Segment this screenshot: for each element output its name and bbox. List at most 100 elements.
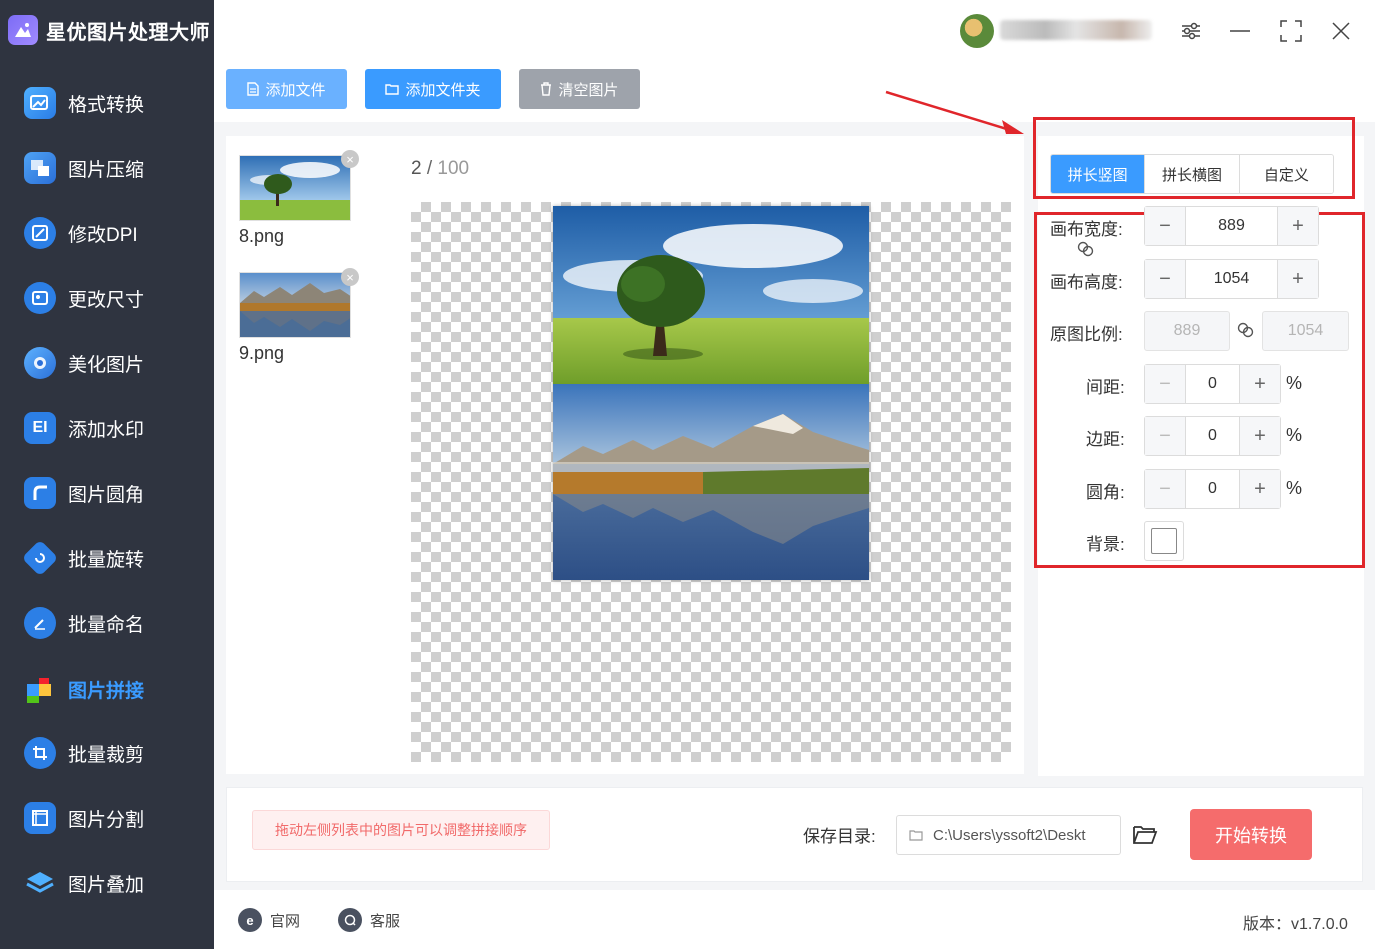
sidebar-item-dpi[interactable]: 修改DPI bbox=[24, 213, 204, 253]
sidebar-item-overlay[interactable]: 图片叠加 bbox=[24, 863, 204, 903]
sidebar-item-label: 图片叠加 bbox=[68, 874, 145, 896]
sidebar-item-watermark[interactable]: EI 添加水印 bbox=[24, 408, 204, 448]
maximize-icon[interactable] bbox=[1274, 14, 1308, 48]
sidebar-item-label: 批量命名 bbox=[68, 614, 145, 636]
increment-button[interactable]: + bbox=[1278, 260, 1318, 298]
save-path-field[interactable]: C:\Users\yssoft2\Deskt bbox=[896, 815, 1121, 855]
canvas-height-label: 画布高度: bbox=[1050, 273, 1123, 292]
corner-radius-stepper[interactable]: − 0 + bbox=[1144, 469, 1281, 509]
split-icon bbox=[24, 802, 56, 834]
sidebar-item-label: 格式转换 bbox=[68, 94, 145, 116]
sidebar-item-round-corner[interactable]: 图片圆角 bbox=[24, 473, 204, 513]
sidebar-item-label: 图片分割 bbox=[68, 809, 145, 831]
file-thumbnail[interactable] bbox=[239, 155, 351, 221]
background-color-picker[interactable] bbox=[1144, 521, 1184, 561]
image-compress-icon bbox=[24, 152, 56, 184]
crop-icon bbox=[24, 737, 56, 769]
file-thumbnail[interactable] bbox=[239, 272, 351, 338]
settings-sliders-icon[interactable] bbox=[1174, 14, 1208, 48]
layers-icon bbox=[24, 867, 56, 899]
tab-horizontal-stitch[interactable]: 拼长横图 bbox=[1145, 155, 1240, 193]
sidebar-item-label: 更改尺寸 bbox=[68, 289, 145, 311]
margin-stepper[interactable]: − 0 + bbox=[1144, 416, 1281, 456]
sidebar-item-format-convert[interactable]: 格式转换 bbox=[24, 83, 204, 123]
trash-icon bbox=[541, 82, 552, 96]
browser-e-icon: e bbox=[238, 908, 262, 932]
app-title: 星优图片处理大师 bbox=[8, 12, 210, 48]
canvas-width-value[interactable]: 889 bbox=[1185, 207, 1278, 245]
sidebar-item-label: 修改DPI bbox=[68, 224, 138, 246]
mode-tabs: 拼长竖图 拼长横图 自定义 bbox=[1050, 154, 1334, 194]
remove-file-close-icon[interactable]: × bbox=[341, 268, 359, 286]
clear-images-button[interactable]: 清空图片 bbox=[519, 69, 640, 109]
stitched-preview-image bbox=[553, 206, 869, 580]
spacing-unit: % bbox=[1286, 373, 1303, 393]
canvas-width-stepper[interactable]: − 889 + bbox=[1144, 206, 1319, 246]
file-icon bbox=[247, 82, 260, 96]
margin-value[interactable]: 0 bbox=[1185, 417, 1240, 455]
support-label: 客服 bbox=[370, 912, 401, 930]
annotation-arrow-icon bbox=[885, 90, 1024, 134]
margin-unit: % bbox=[1286, 425, 1303, 445]
spacing-value[interactable]: 0 bbox=[1185, 365, 1240, 403]
corner-radius-label: 圆角: bbox=[1086, 483, 1125, 502]
sidebar-item-stitch[interactable]: 图片拼接 bbox=[24, 669, 204, 709]
increment-button[interactable]: + bbox=[1240, 417, 1280, 455]
corner-radius-unit: % bbox=[1286, 478, 1303, 498]
sidebar-item-beautify[interactable]: 美化图片 bbox=[24, 343, 204, 383]
minimize-icon[interactable] bbox=[1223, 14, 1257, 48]
sidebar-item-label: 批量旋转 bbox=[68, 549, 145, 571]
sidebar-item-crop[interactable]: 批量裁剪 bbox=[24, 733, 204, 773]
start-convert-button[interactable]: 开始转换 bbox=[1190, 809, 1312, 860]
official-site-link[interactable]: e 官网 bbox=[238, 908, 300, 932]
puzzle-icon bbox=[24, 673, 56, 705]
corner-radius-value[interactable]: 0 bbox=[1185, 470, 1240, 508]
sidebar-item-rename[interactable]: 批量命名 bbox=[24, 603, 204, 643]
sidebar-item-label: 添加水印 bbox=[68, 419, 145, 441]
decrement-button[interactable]: − bbox=[1145, 470, 1185, 508]
username-redacted bbox=[1000, 20, 1152, 40]
resize-icon bbox=[24, 282, 56, 314]
sidebar-item-compress[interactable]: 图片压缩 bbox=[24, 148, 204, 188]
increment-button[interactable]: + bbox=[1278, 207, 1318, 245]
drag-hint: 拖动左侧列表中的图片可以调整拼接顺序 bbox=[252, 810, 550, 850]
sidebar-item-resize[interactable]: 更改尺寸 bbox=[24, 278, 204, 318]
save-path-value: C:\Users\yssoft2\Deskt bbox=[933, 826, 1086, 844]
page-counter: 2 / 100 bbox=[411, 158, 469, 180]
background-label: 背景: bbox=[1086, 535, 1125, 554]
official-site-label: 官网 bbox=[270, 912, 301, 930]
sidebar-item-split[interactable]: 图片分割 bbox=[24, 798, 204, 838]
close-icon[interactable] bbox=[1324, 14, 1358, 48]
version-label: 版本：v1.7.0.0 bbox=[1243, 916, 1348, 933]
increment-button[interactable]: + bbox=[1240, 470, 1280, 508]
link-lock-icon[interactable] bbox=[1076, 240, 1096, 263]
file-name: 9.png bbox=[239, 343, 285, 363]
ratio-link-icon[interactable] bbox=[1236, 321, 1256, 344]
sidebar-item-rotate[interactable]: 批量旋转 bbox=[21, 538, 204, 578]
canvas-height-value[interactable]: 1054 bbox=[1185, 260, 1278, 298]
add-folder-button[interactable]: 添加文件夹 bbox=[365, 69, 501, 109]
browse-folder-icon[interactable] bbox=[1132, 823, 1158, 850]
sidebar-item-label: 美化图片 bbox=[68, 354, 145, 376]
canvas-height-stepper[interactable]: − 1054 + bbox=[1144, 259, 1319, 299]
tab-vertical-stitch[interactable]: 拼长竖图 bbox=[1051, 155, 1146, 193]
decrement-button[interactable]: − bbox=[1145, 365, 1185, 403]
tab-custom[interactable]: 自定义 bbox=[1239, 155, 1333, 193]
margin-label: 边距: bbox=[1086, 430, 1125, 449]
spacing-stepper[interactable]: − 0 + bbox=[1144, 364, 1281, 404]
sidebar-item-label: 批量裁剪 bbox=[68, 744, 145, 766]
decrement-button[interactable]: − bbox=[1145, 260, 1185, 298]
remove-file-close-icon[interactable]: × bbox=[341, 150, 359, 168]
sidebar-item-label: 图片压缩 bbox=[68, 159, 145, 181]
support-link[interactable]: 客服 bbox=[338, 908, 400, 932]
page-total: 100 bbox=[437, 158, 470, 179]
page-current: 2 bbox=[411, 158, 422, 179]
increment-button[interactable]: + bbox=[1240, 365, 1280, 403]
add-file-button[interactable]: 添加文件 bbox=[226, 69, 347, 109]
decrement-button[interactable]: − bbox=[1145, 207, 1185, 245]
decrement-button[interactable]: − bbox=[1145, 417, 1185, 455]
folder-icon bbox=[385, 84, 400, 95]
chat-support-icon bbox=[338, 908, 362, 932]
file-name: 8.png bbox=[239, 226, 285, 246]
avatar[interactable] bbox=[960, 14, 994, 48]
